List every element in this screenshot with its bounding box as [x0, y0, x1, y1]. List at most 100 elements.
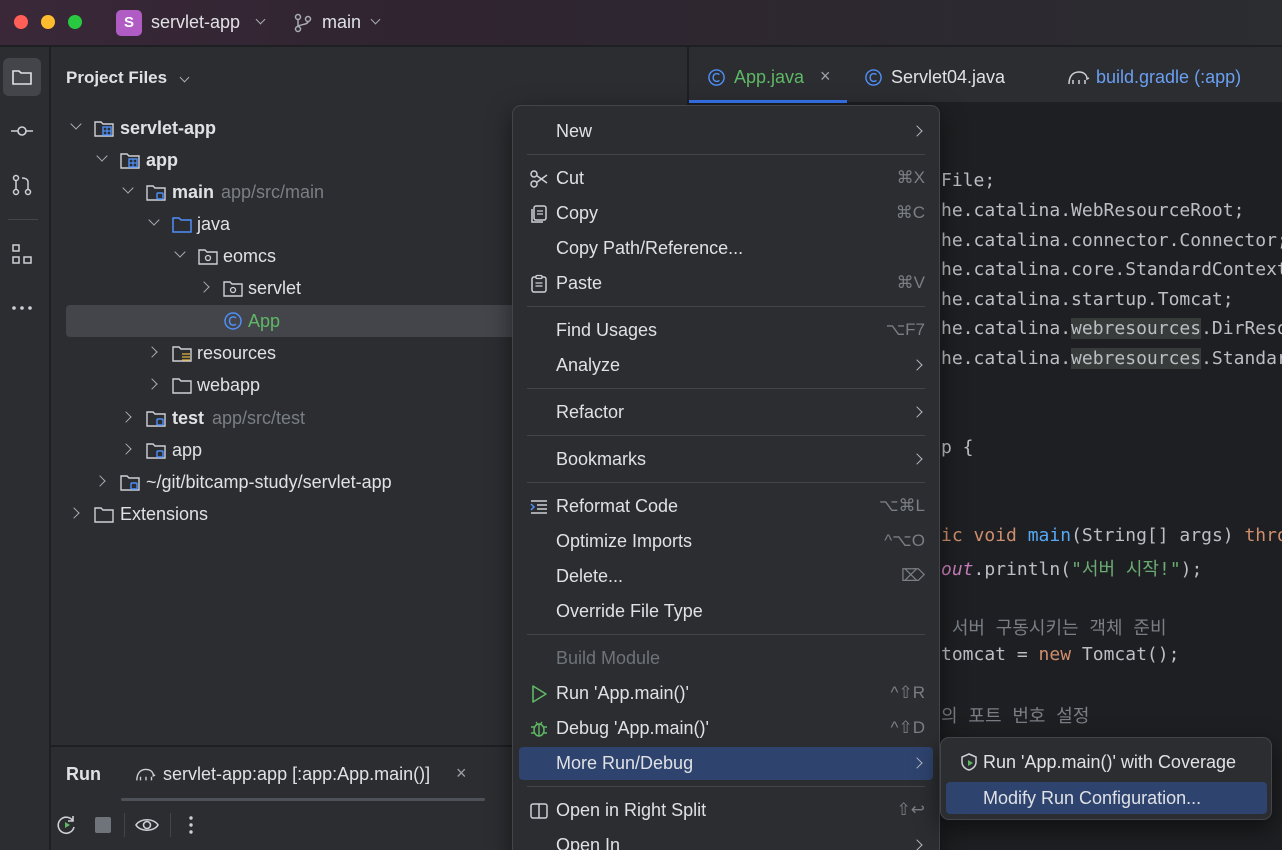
- chevron-down-icon[interactable]: [255, 14, 266, 25]
- chevron-down-icon[interactable]: [174, 246, 186, 258]
- package-icon: [223, 281, 243, 297]
- menu-item-run[interactable]: Run 'App.main()' ^⇧R: [519, 677, 933, 710]
- tab-servlet04-java[interactable]: Servlet04.java: [849, 47, 1039, 103]
- chevron-down-icon[interactable]: [96, 150, 108, 162]
- menu-item-bookmarks[interactable]: Bookmarks: [519, 443, 933, 476]
- pull-requests-icon: [12, 174, 32, 196]
- chevron-down-icon[interactable]: [179, 72, 190, 83]
- tree-item-servlet[interactable]: servlet: [66, 272, 516, 304]
- code-token: he.catalina.: [941, 318, 1072, 339]
- tree-label: app: [146, 150, 179, 170]
- tree-item-app-class[interactable]: App: [66, 305, 516, 337]
- tab-label: App.java: [734, 67, 805, 87]
- menu-item-refactor[interactable]: Refactor: [519, 396, 933, 429]
- package-icon: [198, 249, 218, 265]
- tree-item-app-folder[interactable]: app: [66, 434, 516, 466]
- menu-item-new[interactable]: New: [519, 115, 933, 148]
- tree-item-resources[interactable]: resources: [66, 337, 516, 369]
- chevron-right-icon[interactable]: [146, 346, 158, 358]
- menu-item-debug[interactable]: Debug 'App.main()' ^⇧D: [519, 712, 933, 745]
- branch-dropdown[interactable]: main: [322, 12, 361, 33]
- stop-icon[interactable]: [91, 813, 115, 837]
- chevron-down-icon[interactable]: [370, 14, 381, 25]
- tab-label: build.gradle (:app): [1096, 67, 1242, 87]
- tree-item-test[interactable]: test app/src/test: [66, 402, 516, 434]
- copy-icon: [531, 205, 547, 223]
- kebab-menu-icon[interactable]: [179, 813, 203, 837]
- commit-tool-button[interactable]: [3, 112, 41, 150]
- tree-item-webapp[interactable]: webapp: [66, 369, 516, 401]
- window-close-button[interactable]: [14, 15, 28, 29]
- tree-label: eomcs: [223, 246, 277, 266]
- submenu-item-label: Modify Run Configuration...: [983, 788, 1202, 808]
- tree-item-app-module[interactable]: app: [66, 144, 516, 176]
- menu-item-shortcut: ⌥⌘L: [878, 496, 925, 515]
- menu-item-cut[interactable]: Cut ⌘X: [519, 162, 933, 195]
- code-comment: 의 포트 번호 설정: [941, 706, 1090, 727]
- window-maximize-button[interactable]: [68, 15, 82, 29]
- menu-item-more-run-debug[interactable]: More Run/Debug: [519, 747, 933, 780]
- menu-item-copy[interactable]: Copy ⌘C: [519, 197, 933, 230]
- rerun-icon[interactable]: [55, 813, 79, 837]
- code-line: he.catalina.WebResourceRoot;: [941, 200, 1245, 221]
- pull-requests-tool-button[interactable]: [3, 166, 41, 204]
- menu-item-delete[interactable]: Delete... ⌦: [519, 560, 933, 593]
- tab-build-gradle[interactable]: build.gradle (:app): [1061, 47, 1282, 103]
- chevron-right-icon[interactable]: [120, 411, 132, 423]
- chevron-right-icon: [911, 839, 923, 850]
- chevron-right-icon[interactable]: [146, 378, 158, 390]
- more-tool-windows-button[interactable]: [3, 289, 41, 327]
- menu-item-open-right-split[interactable]: Open in Right Split ⇧↩: [519, 794, 933, 827]
- run-tab-label[interactable]: servlet-app:app [:app:App.main()]: [163, 764, 430, 785]
- tree-label: servlet-app: [120, 118, 217, 138]
- chevron-down-icon[interactable]: [70, 118, 82, 130]
- eye-icon[interactable]: [135, 813, 159, 837]
- chevron-down-icon[interactable]: [148, 214, 160, 226]
- project-badge[interactable]: S: [116, 10, 142, 36]
- tree-item-main[interactable]: main app/src/main: [66, 176, 516, 208]
- chevron-down-icon[interactable]: [122, 182, 134, 194]
- git-branch-icon[interactable]: [294, 13, 312, 33]
- tree-item-java[interactable]: java: [66, 208, 516, 240]
- tree-item-eomcs[interactable]: eomcs: [66, 240, 516, 272]
- code-token-highlighted: webresources: [1071, 348, 1202, 369]
- tool-window-strip: [0, 47, 50, 850]
- menu-item-label: More Run/Debug: [556, 753, 694, 773]
- tree-item-servlet-app[interactable]: servlet-app: [66, 112, 516, 144]
- tree-label: servlet: [248, 278, 302, 298]
- menu-item-paste[interactable]: Paste ⌘V: [519, 267, 933, 300]
- submenu-item-modify-run-configuration[interactable]: Modify Run Configuration...: [946, 782, 1267, 814]
- menu-item-override-file-type[interactable]: Override File Type: [519, 595, 933, 628]
- window-minimize-button[interactable]: [41, 15, 55, 29]
- menu-item-label: Paste: [556, 273, 603, 293]
- menu-item-analyze[interactable]: Analyze: [519, 349, 933, 382]
- code-token: throws: [1244, 525, 1282, 546]
- menu-item-shortcut: ^⇧D: [890, 718, 926, 737]
- project-name-dropdown[interactable]: servlet-app: [151, 12, 240, 33]
- menu-item-build-module: Build Module: [519, 642, 933, 675]
- close-icon[interactable]: ×: [820, 66, 831, 87]
- menu-item-reformat-code[interactable]: Reformat Code ⌥⌘L: [519, 490, 933, 523]
- code-token: he.catalina.: [941, 348, 1072, 369]
- menu-item-optimize-imports[interactable]: Optimize Imports ^⌥O: [519, 525, 933, 558]
- submenu-item-run-with-coverage[interactable]: Run 'App.main()' with Coverage: [946, 746, 1267, 778]
- tree-item-extensions[interactable]: Extensions: [66, 498, 516, 530]
- tree-label: test: [172, 408, 205, 428]
- menu-item-copy-path[interactable]: Copy Path/Reference...: [519, 232, 933, 265]
- menu-item-open-in[interactable]: Open In: [519, 829, 933, 850]
- chevron-right-icon[interactable]: [198, 281, 210, 293]
- more-icon: [12, 306, 32, 310]
- split-icon: [530, 803, 548, 819]
- tree-item-git-root[interactable]: ~/git/bitcamp-study/servlet-app: [66, 466, 516, 498]
- chevron-right-icon[interactable]: [68, 507, 80, 519]
- menu-item-find-usages[interactable]: Find Usages ⌥F7: [519, 314, 933, 347]
- project-tool-button[interactable]: [3, 58, 41, 96]
- panel-title[interactable]: Project Files: [66, 68, 167, 88]
- tab-app-java[interactable]: App.java ×: [689, 47, 847, 103]
- close-icon[interactable]: ×: [456, 763, 467, 784]
- chevron-right-icon[interactable]: [120, 443, 132, 455]
- chevron-right-icon[interactable]: [94, 475, 106, 487]
- structure-tool-button[interactable]: [3, 235, 41, 273]
- code-token: tomcat =: [941, 644, 1039, 665]
- resources-folder-icon: [172, 346, 192, 362]
